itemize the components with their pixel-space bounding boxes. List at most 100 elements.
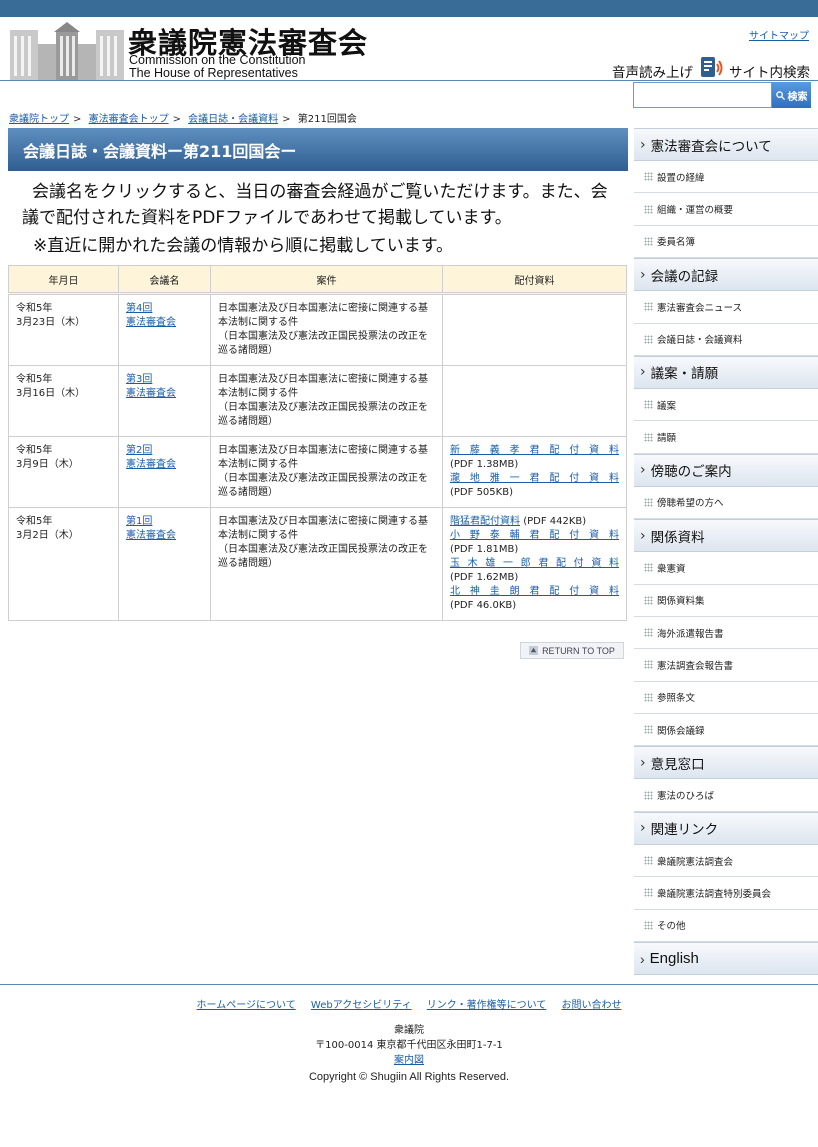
date-cell: 令和5年 3月9日（木） [8,436,119,508]
docs-cell: 新藤義孝君配付資料 (PDF 1.38MB) 瀧地雅一君配付資料 (PDF 50… [442,436,627,508]
doc-size: (PDF 46.0KB) [450,600,517,611]
sidebar-item[interactable]: 組織・運営の概要 [634,193,818,226]
meeting-number: 第1回 [126,516,153,527]
meeting-link[interactable]: 第2回 憲法審査会 [126,444,203,472]
dot-icon [644,204,653,214]
meeting-link[interactable]: 第1回憲法審査会 [126,515,203,543]
breadcrumb-records[interactable]: 会議日誌・会議資料 [188,114,278,125]
sidebar-heading-label: 関連リンク [650,822,719,839]
date-year: 令和5年 [16,303,53,314]
sidebar-item-label: 組織・運営の概要 [657,205,734,217]
sidebar-heading-about[interactable]: › 憲法審査会について [634,128,818,161]
site-search-label: サイト内検索 [729,65,810,81]
col-header-meeting: 会議名 [118,265,211,295]
sidebar-heading-label: 会議の記録 [650,268,719,285]
sidebar-item[interactable]: 衆憲資 [634,552,818,585]
sidebar-item[interactable]: 請願 [634,421,818,454]
sidebar-item[interactable]: 設置の経緯 [634,161,818,194]
doc-link[interactable]: 北神圭朗君配付資料 [450,585,619,599]
meeting-name: 憲法審査会 [126,317,176,328]
sitemap-link[interactable]: サイトマップ [749,27,809,42]
breadcrumb-home[interactable]: 衆議院トップ [9,114,69,125]
search-button-label: 検索 [787,91,808,103]
meeting-link[interactable]: 第4回 憲法審査会 [126,302,203,330]
speak-link[interactable]: 音声読み上げ [612,61,693,81]
footer-link-about[interactable]: ホームページについて [197,1000,296,1011]
site-footer: ホームページについて Webアクセシビリティ リンク・著作権等について お問い合… [0,984,818,1083]
meeting-cell: 第2回 憲法審査会 [118,436,211,508]
sidebar-item[interactable]: 参照条文 [634,681,818,715]
sidebar-item[interactable]: 憲法のひろば [634,779,818,812]
return-to-top-button[interactable]: RETURN TO TOP [520,642,624,659]
sidebar-item-label: 憲法調査会報告書 [657,660,734,672]
meeting-number: 第3回 [126,374,153,385]
sidebar-heading-label: 意見窓口 [650,756,705,773]
doc-link[interactable]: 新藤義孝君配付資料 [450,444,619,458]
case-text: 日本国憲法及び日本国憲法に密接に関連する基本法制に関する件 [218,516,428,541]
date-day: 3月16日（木） [16,388,86,399]
sidebar-item-label: 委員名簿 [657,237,696,249]
sidebar-heading-links[interactable]: › 関連リンク [634,811,818,845]
sidebar-item-label: 衆議院憲法調査会 [657,856,734,868]
search-icon [775,90,785,100]
sidebar-heading-english[interactable]: › English [634,942,818,976]
footer-link-contact[interactable]: お問い合わせ [561,1000,621,1011]
breadcrumb-sep: > [73,114,82,125]
meeting-name: 憲法審査会 [126,530,176,541]
sidebar-heading-materials[interactable]: › 関係資料 [634,519,818,553]
sidebar-item[interactable]: 委員名簿 [634,225,818,259]
table-row: 令和5年 3月9日（木） 第2回 憲法審査会 日本国憲法及び日本国憲法に密接に関連す… [8,436,627,508]
sidebar-item[interactable]: 憲法審査会ニュース [634,291,818,324]
speaker-icon[interactable] [699,55,725,81]
dot-icon [644,692,653,702]
sidebar-item[interactable]: 傍聴希望の方へ [634,486,818,520]
meeting-link[interactable]: 第3回 憲法審査会 [126,373,203,401]
meeting-cell: 第1回憲法審査会 [118,507,211,621]
site-logo[interactable]: 衆議院憲法審査会 Commission on the Constitution … [8,20,368,80]
sidebar-heading-records[interactable]: › 会議の記録 [634,258,818,292]
sidebar-heading-bills[interactable]: › 議案・請願 [634,355,818,389]
doc-link[interactable]: 玉木雄一郎君配付資料 [450,557,619,571]
sidebar-heading-opinion[interactable]: › 意見窓口 [634,746,818,780]
dot-icon [644,595,653,605]
case-text: 日本国憲法及び日本国憲法に密接に関連する基本法制に関する件 [218,445,428,470]
dot-icon [644,725,653,735]
sidebar-item[interactable]: 海外派遣報告書 [634,616,818,650]
footer-map-link[interactable]: 案内図 [394,1055,424,1066]
search-input[interactable] [633,82,772,108]
breadcrumb-commission-top[interactable]: 憲法審査会トップ [89,114,169,125]
dot-icon [644,920,653,930]
sidebar-item[interactable]: 憲法調査会報告書 [634,649,818,682]
col-header-docs: 配付資料 [442,265,627,295]
sidebar-heading-gallery[interactable]: › 傍聴のご案内 [634,453,818,487]
doc-link[interactable]: 階猛君配付資料 [450,516,520,527]
footer-link-accessibility[interactable]: Webアクセシビリティ [311,1000,412,1011]
case-text: 日本国憲法及び日本国憲法に密接に関連する基本法制に関する件 [218,303,428,328]
footer-address: 〒100-0014 東京都千代田区永田町1-7-1 [315,1040,503,1051]
dot-icon [644,888,653,898]
sidebar-item[interactable]: 衆議院憲法調査会 [634,844,818,878]
date-cell: 令和5年 3月23日（木） [8,293,119,366]
dot-icon [644,497,653,507]
search-box: 検索 [633,82,811,108]
sidebar-heading-label: 議案・請願 [650,366,719,383]
search-button[interactable]: 検索 [772,82,811,108]
sidebar-item[interactable]: 衆議院憲法調査特別委員会 [634,877,818,910]
footer-copyright: Copyright © Shugiin All Rights Reserved. [308,1071,510,1083]
doc-link[interactable]: 瀧地雅一君配付資料 [450,472,619,486]
sidebar-item[interactable]: 関係会議録 [634,714,818,747]
sidebar-item-label: 憲法審査会ニュース [657,302,743,314]
doc-link[interactable]: 小野泰輔君配付資料 [450,529,619,543]
doc-size: (PDF 1.81MB) [450,544,519,555]
meeting-cell: 第3回 憲法審査会 [118,365,211,437]
case-cell: 日本国憲法及び日本国憲法に密接に関連する基本法制に関する件 （日本国憲法及び憲法改… [210,293,443,366]
sidebar-item[interactable]: 会議日誌・会議資料 [634,323,818,356]
sidebar-item[interactable]: 関係資料集 [634,584,818,617]
sidebar-item-label: その他 [657,921,686,933]
sidebar-item[interactable]: 議案 [634,388,818,422]
sidebar-item[interactable]: その他 [634,909,818,943]
meeting-name: 憲法審査会 [126,459,176,470]
footer-link-copyright[interactable]: リンク・著作権等について [427,1000,547,1011]
doc-entry: 階猛君配付資料 (PDF 442KB) [450,515,619,529]
dot-icon [644,628,653,638]
